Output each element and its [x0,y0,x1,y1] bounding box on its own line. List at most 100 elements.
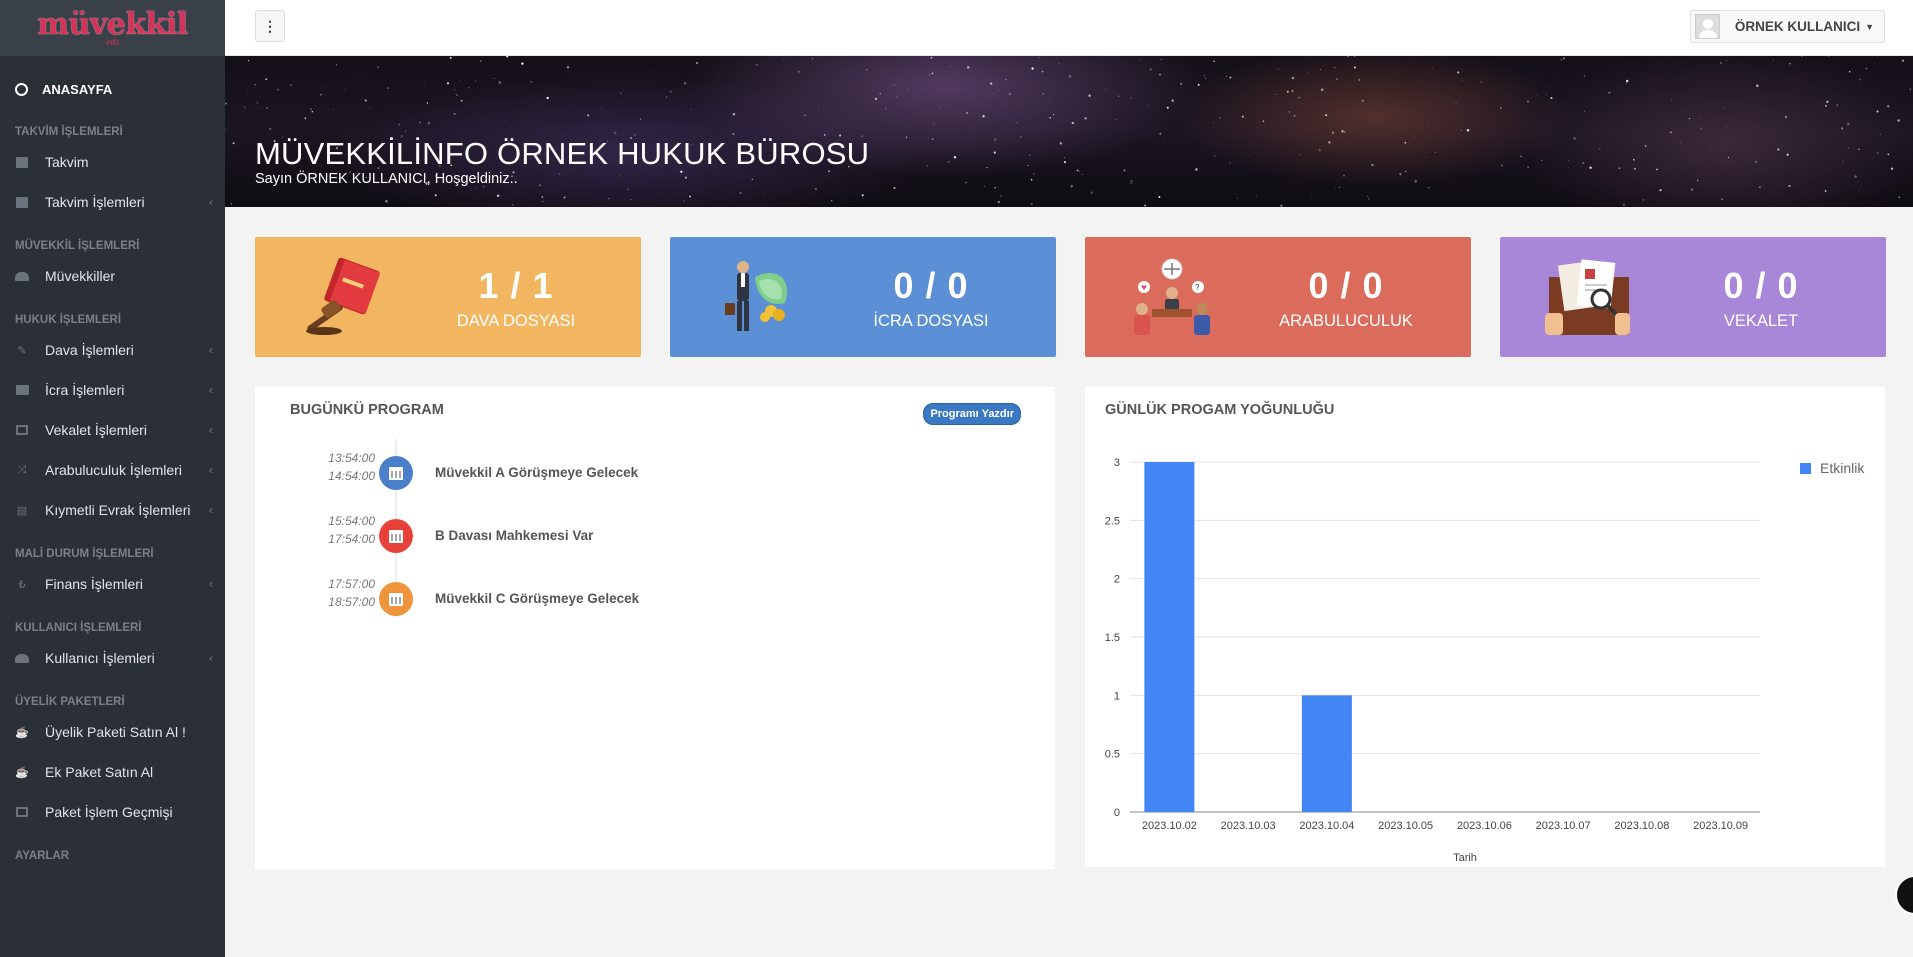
stat-card-dava[interactable]: 1 / 1 DAVA DOSYASI [255,237,641,357]
sidebar-item[interactable]: Takvim [0,142,225,182]
mediation-meeting-icon: ? [1134,258,1210,335]
sidebar-item-label: İcra İşlemleri [45,382,125,398]
user-name: ÖRNEK KULLANICI [1734,19,1861,34]
user-menu-button[interactable]: ÖRNEK KULLANICI ▼ [1689,10,1885,43]
dava-count: 1 / 1 [478,265,554,306]
event-time: 13:54:00 14:54:00 [295,449,375,485]
y-tick-label: 1.5 [1105,632,1120,644]
businessman-money-icon [725,261,787,331]
timeline-event: 17:57:00 18:57:00 Müvekkil C Görüşmeye G… [255,575,955,625]
sidebar: müvekkil info ANASAYFA TAKVİM İŞLEMLERİ T… [0,0,225,957]
y-tick-label: 3 [1114,457,1120,469]
x-tick-label: 2023.10.04 [1299,820,1354,832]
y-tick-label: 1 [1114,690,1120,702]
chevron-left-icon: ‹ [209,383,213,397]
event-start: 15:54:00 [328,514,375,528]
event-time: 17:57:00 18:57:00 [295,575,375,611]
sidebar-section-header: ÜYELİK PAKETLERİ [15,696,125,708]
event-title[interactable]: Müvekkil A Görüşmeye Gelecek [435,465,638,480]
x-tick-label: 2023.10.08 [1614,820,1669,832]
event-start: 13:54:00 [328,451,375,465]
sidebar-item-label: Üyelik Paketi Satın Al ! [45,724,186,740]
arabuluculuk-label: ARABULUCULUK [1279,312,1413,330]
page-title: MÜVEKKİLİNFO ÖRNEK HUKUK BÜROSU [255,136,870,171]
y-tick-label: 2.5 [1105,515,1120,527]
sidebar-item[interactable]: Paket İşlem Geçmişi [0,792,225,832]
welcome-text: Sayın ÖRNEK KULLANICI, Hoşgeldiniz.. [255,171,518,187]
sidebar-item[interactable]: Müvekkiller [0,256,225,296]
print-program-button[interactable]: Programı Yazdır [923,403,1021,425]
x-tick-label: 2023.10.05 [1378,820,1433,832]
sidebar-item-label: Takvim [45,154,89,170]
dava-label: DAVA DOSYASI [456,312,576,330]
chevron-left-icon: ‹ [209,195,213,209]
event-time: 15:54:00 17:54:00 [295,512,375,548]
menu-toggle-button[interactable]: ⋮ [255,10,285,42]
sidebar-item-label: Takvim İşlemleri [45,194,145,210]
chevron-left-icon: ‹ [209,577,213,591]
icra-label: İCRA DOSYASI [873,312,989,330]
x-tick-label: 2023.10.07 [1536,820,1591,832]
scroll-top-button[interactable] [1895,875,1913,915]
gavel-icon: ✎ [17,344,27,357]
sidebar-item[interactable]: Vekalet İşlemleri ‹ [0,410,225,450]
users-icon [15,652,29,664]
ellipsis-vertical-icon: ⋮ [263,17,277,34]
stat-card-vekalet[interactable]: 0 / 0 VEKALET [1500,237,1886,357]
sidebar-nav: TAKVİM İŞLEMLERİ Takvim Takvim İşlemleri ‹ M… [0,122,225,866]
coffee-icon: ☕ [15,726,29,739]
event-title[interactable]: B Davası Mahkemesi Var [435,528,593,543]
calendar-icon [15,156,29,168]
legend-label: Etkinlik [1820,460,1865,476]
stat-card-arabuluculuk[interactable]: ? 0 / 0 ARABULUCULUK [1085,237,1471,357]
event-end: 14:54:00 [328,469,375,483]
stat-card-icra[interactable]: 0 / 0 İCRA DOSYASI [670,237,1056,357]
calendar-icon [379,456,413,490]
logo-text: müvekkil [37,6,188,42]
event-title[interactable]: Müvekkil C Görüşmeye Gelecek [435,591,639,606]
sidebar-item[interactable]: ☕ Üyelik Paketi Satın Al ! [0,712,225,752]
chart-bar [1301,695,1352,812]
chevron-left-icon: ‹ [209,423,213,437]
sidebar-item-label: Vekalet İşlemleri [45,422,147,438]
sidebar-item[interactable]: ☕ Ek Paket Satın Al [0,752,225,792]
icra-count: 0 / 0 [893,265,969,306]
folder-icon [15,384,29,396]
sidebar-section-header: AYARLAR [15,850,70,862]
legend-swatch [1800,463,1811,474]
sidebar-item-label: Finans İşlemleri [45,576,144,592]
sidebar-item-label: Arabuluculuk İşlemleri [45,462,182,478]
sidebar-section-header: MALİ DURUM İŞLEMLERİ [15,548,154,560]
sidebar-section-header: TAKVİM İŞLEMLERİ [15,126,123,138]
event-start: 17:57:00 [328,577,375,591]
sidebar-item[interactable]: ⤨ Arabuluculuk İşlemleri ‹ [0,450,225,490]
chevron-left-icon: ‹ [209,343,213,357]
avatar [1694,14,1720,39]
sidebar-section-header: KULLANICI İŞLEMLERİ [15,622,142,634]
sidebar-item[interactable]: İcra İşlemleri ‹ [0,370,225,410]
sidebar-item-home[interactable]: ANASAYFA [0,56,225,122]
event-end: 17:54:00 [328,532,375,546]
law-book-gavel-icon [306,257,380,335]
daily-density-panel: GÜNLÜK PROGAM YOĞUNLUĞU 0 0.5 1 1.5 2 2.5 3 202… [1085,387,1885,867]
credit-card-icon [15,806,29,818]
arabuluculuk-count: 0 / 0 [1308,265,1384,306]
sidebar-item[interactable]: ✎ Dava İşlemleri ‹ [0,330,225,370]
sidebar-item[interactable]: Kullanıcı İşlemleri ‹ [0,638,225,678]
logo-sub: info [106,37,119,47]
users-icon [15,270,29,282]
chevron-left-icon: ‹ [209,651,213,665]
sidebar-item[interactable]: ▤ Kıymetli Evrak İşlemleri ‹ [0,490,225,530]
sidebar-item[interactable]: ₺ Finans İşlemleri ‹ [0,564,225,604]
sidebar-item[interactable]: Takvim İşlemleri ‹ [0,182,225,222]
sidebar-item-label: Ek Paket Satın Al [45,764,154,780]
timeline-event: 13:54:00 14:54:00 Müvekkil A Görüşmeye G… [255,449,955,499]
y-tick-label: 2 [1114,574,1120,586]
file-icon: ▤ [16,504,28,517]
svg-text:?: ? [1195,283,1200,292]
top-navbar: ⋮ ÖRNEK KULLANICI ▼ [225,0,1913,56]
logo[interactable]: müvekkil info [0,0,225,56]
sidebar-item-label: Kullanıcı İşlemleri [45,650,155,666]
y-tick-label: 0 [1114,807,1120,819]
chevron-left-icon: ‹ [209,503,213,517]
